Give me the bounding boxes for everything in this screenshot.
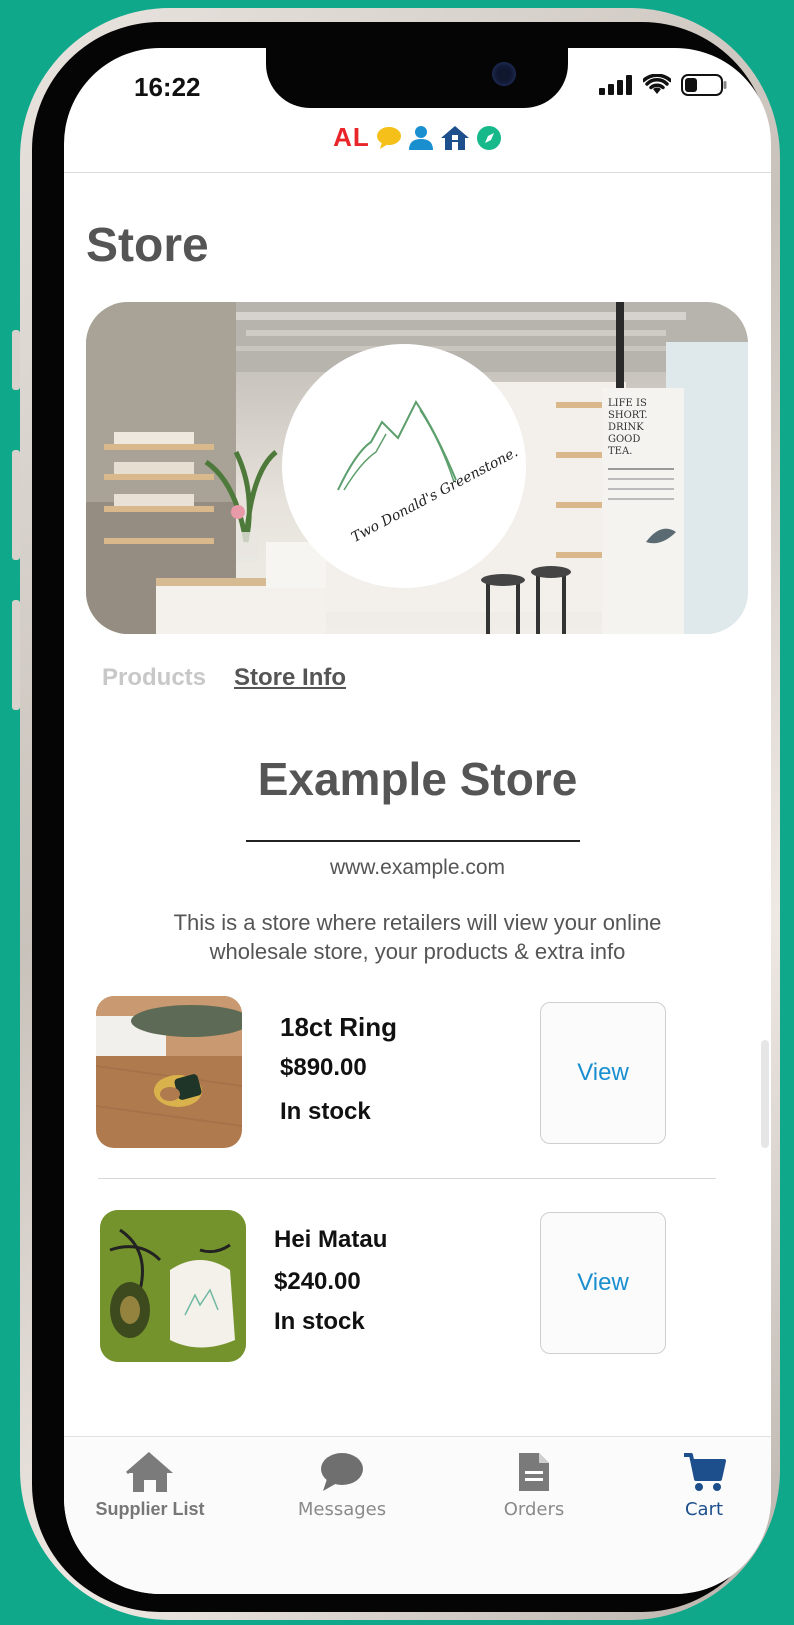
product-image[interactable] [100, 1210, 246, 1362]
side-button [12, 450, 20, 560]
nav-label: Supplier List [95, 1499, 205, 1519]
store-description: This is a store where retailers will vie… [173, 910, 662, 964]
header-divider [64, 172, 771, 173]
store-name: Example Store [257, 753, 578, 805]
compass-icon [476, 125, 501, 150]
notch [266, 48, 568, 108]
store-name-divider [246, 840, 580, 842]
scrollbar[interactable] [761, 1040, 769, 1148]
svg-text:DRINK: DRINK [608, 422, 644, 433]
nav-cart[interactable]: Cart [664, 1451, 744, 1520]
hei-matau-photo [100, 1210, 246, 1362]
nav-supplier-list[interactable]: Supplier List [90, 1451, 210, 1520]
bottom-nav: Supplier List Messages Orders Cart [64, 1436, 771, 1594]
nav-label: Messages [297, 1499, 387, 1520]
brand-logo[interactable]: AL [64, 122, 771, 153]
product-row: Hei Matau $240.00 In stock View [64, 1210, 771, 1370]
nav-messages[interactable]: Messages [282, 1451, 402, 1520]
product-price: $890.00 [280, 1054, 367, 1081]
view-button[interactable]: View [540, 1212, 666, 1354]
person-icon [408, 125, 433, 150]
nav-orders[interactable]: Orders [474, 1451, 594, 1520]
page-title: Store [86, 219, 209, 272]
chat-icon [376, 126, 401, 149]
status-icons [599, 74, 727, 96]
product-price: $240.00 [274, 1268, 361, 1295]
svg-text:TEA.: TEA. [608, 446, 632, 457]
battery-icon [681, 74, 727, 96]
svg-text:GOOD: GOOD [608, 434, 640, 445]
product-image[interactable] [96, 996, 242, 1148]
cart-icon [684, 1453, 726, 1491]
camera [492, 62, 516, 86]
side-button [12, 330, 20, 390]
tab-products[interactable]: Products [102, 664, 206, 692]
product-divider [98, 1178, 716, 1179]
view-button[interactable]: View [540, 1002, 666, 1144]
store-url[interactable]: www.example.com [64, 856, 771, 880]
signal-icon [599, 75, 632, 95]
nav-label: Cart [684, 1499, 724, 1520]
home-icon [126, 1451, 173, 1492]
ring-photo [96, 996, 242, 1148]
status-time: 16:22 [134, 72, 201, 102]
document-icon [519, 1453, 549, 1491]
product-stock-status: In stock [274, 1308, 365, 1335]
tab-store-info[interactable]: Store Info [234, 664, 346, 692]
store-tabs: Products Store Info [102, 664, 346, 692]
svg-text:SHORT.: SHORT. [608, 410, 648, 421]
chat-bubble-icon [321, 1453, 363, 1491]
product-stock-status: In stock [280, 1098, 371, 1125]
store-interior-image: LIFE IS SHORT. DRINK GOOD TEA. Two Donal… [86, 302, 748, 634]
wifi-icon [643, 74, 671, 94]
logo-text: AL [333, 122, 370, 152]
screen: 16:22 AL Store LIFE IS SHORT. DRINK GOOD… [64, 48, 771, 1594]
product-row: 18ct Ring $890.00 In stock View [64, 996, 771, 1156]
nav-label: Orders [503, 1499, 565, 1520]
home-icon [440, 125, 469, 150]
product-name: 18ct Ring [280, 1012, 398, 1042]
side-button [12, 600, 20, 710]
product-name: Hei Matau [274, 1226, 388, 1253]
svg-text:LIFE IS: LIFE IS [608, 398, 647, 409]
store-banner: LIFE IS SHORT. DRINK GOOD TEA. Two Donal… [86, 302, 748, 634]
